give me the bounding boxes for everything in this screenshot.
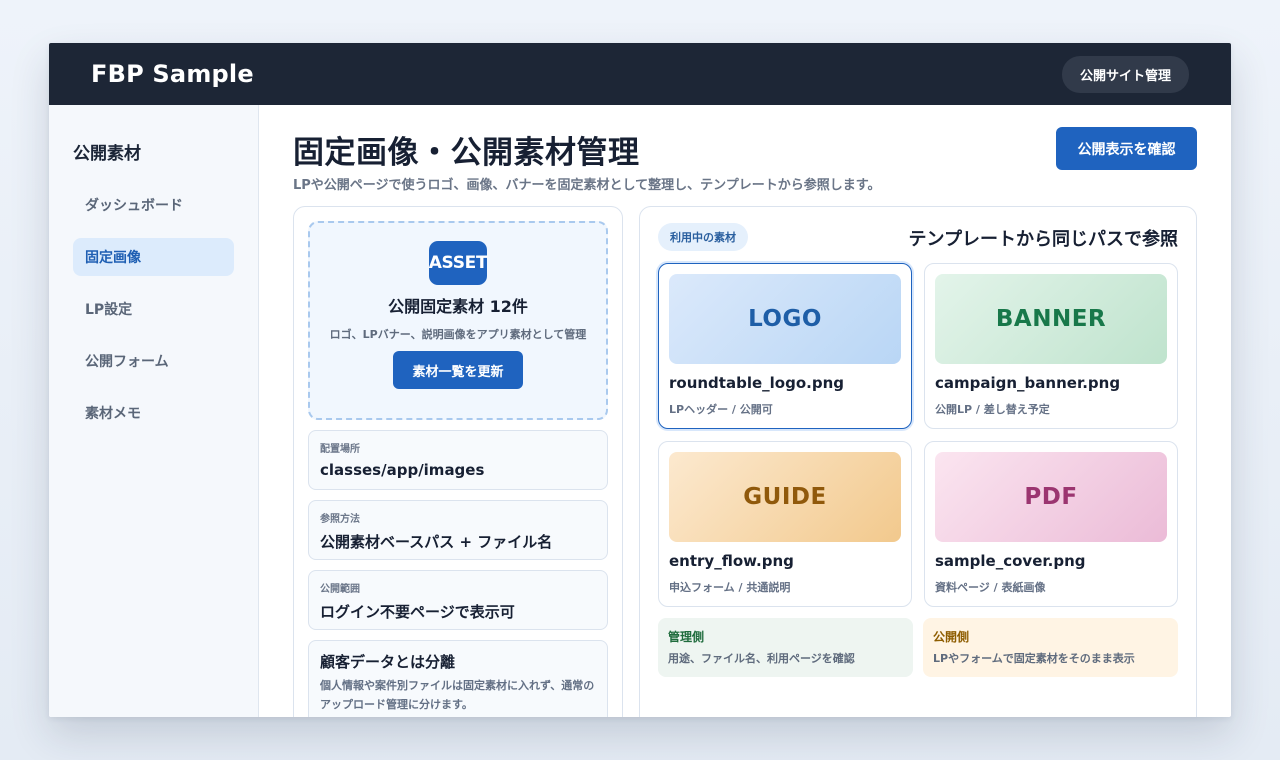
sidebar-item-public-form[interactable]: 公開フォーム [73, 342, 234, 380]
asset-card-logo[interactable]: LOGO roundtable_logo.png LPヘッダー / 公開可 [658, 263, 912, 429]
asset-meta: 申込フォーム / 共通説明 [669, 581, 791, 594]
asset-card-pdf[interactable]: PDF sample_cover.png 資料ページ / 表紙画像 [924, 441, 1178, 607]
public-note-text: LPやフォームで固定素材をそのまま表示 [933, 652, 1135, 665]
info-card-public-scope: 公開範囲 ログイン不要ページで表示可 [308, 570, 608, 630]
page-subtitle: LPや公開ページで使うロゴ、画像、バナーを固定素材として整理し、テンプレートから… [293, 178, 881, 193]
asset-dropzone[interactable]: ASSET 公開固定素材 12件 ロゴ、LPバナー、説明画像をアプリ素材として管… [308, 221, 608, 420]
info-card-reference-method: 参照方法 公開素材ベースパス + ファイル名 [308, 500, 608, 560]
info-card-location: 配置場所 classes/app/images [308, 430, 608, 490]
info-value: 公開素材ベースパス + ファイル名 [320, 533, 553, 551]
asset-thumbnail: PDF [935, 452, 1167, 542]
sidebar-item-asset-memo[interactable]: 素材メモ [73, 394, 234, 432]
sidebar-item-label: ダッシュボード [85, 198, 183, 214]
confirm-public-display-button[interactable]: 公開表示を確認 [1056, 127, 1197, 170]
sidebar-item-lp-settings[interactable]: LP設定 [73, 290, 234, 328]
asset-name: roundtable_logo.png [669, 374, 844, 392]
page-title: 固定画像・公開素材管理 [293, 135, 640, 171]
asset-meta: 公開LP / 差し替え予定 [935, 403, 1050, 416]
info-label: 公開範囲 [320, 584, 360, 595]
app-window: FBP Sample 公開サイト管理 公開素材 ダッシュボード 固定画像 LP設… [49, 43, 1231, 717]
asset-count: 公開固定素材 12件 [388, 297, 528, 316]
admin-side-note: 管理側 用途、ファイル名、利用ページを確認 [658, 618, 913, 677]
info-label: 参照方法 [320, 514, 360, 525]
assets-panel-heading: テンプレートから同じパスで参照 [908, 229, 1178, 250]
asset-name: entry_flow.png [669, 552, 794, 570]
sidebar-item-label: LP設定 [85, 302, 133, 318]
public-note-title: 公開側 [933, 630, 970, 644]
asset-thumbnail: GUIDE [669, 452, 901, 542]
sidebar-item-fixed-images[interactable]: 固定画像 [73, 238, 234, 276]
asset-management-panel: ASSET 公開固定素材 12件 ロゴ、LPバナー、説明画像をアプリ素材として管… [293, 206, 623, 717]
sidebar-title: 公開素材 [73, 144, 141, 164]
asset-icon: ASSET [429, 241, 488, 285]
info-value: classes/app/images [320, 461, 485, 479]
note-title: 顧客データとは分離 [320, 653, 456, 671]
asset-list-panel: 利用中の素材 テンプレートから同じパスで参照 LOGO roundtable_l… [639, 206, 1197, 717]
public-site-admin-button[interactable]: 公開サイト管理 [1061, 55, 1189, 93]
sidebar-item-dashboard[interactable]: ダッシュボード [73, 186, 234, 224]
sidebar-item-label: 固定画像 [85, 250, 141, 266]
asset-thumbnail: LOGO [669, 274, 901, 364]
asset-description: ロゴ、LPバナー、説明画像をアプリ素材として管理 [329, 328, 587, 341]
asset-thumbnail: BANNER [935, 274, 1167, 364]
brand-title: FBP Sample [91, 60, 254, 88]
main-content: 固定画像・公開素材管理 LPや公開ページで使うロゴ、画像、バナーを固定素材として… [259, 105, 1231, 717]
admin-note-title: 管理側 [668, 630, 705, 644]
admin-note-text: 用途、ファイル名、利用ページを確認 [668, 652, 855, 665]
data-separation-note: 顧客データとは分離 個人情報や案件別ファイルは固定素材に入れず、通常のアップロー… [308, 640, 608, 717]
in-use-assets-tag: 利用中の素材 [658, 223, 748, 251]
info-label: 配置場所 [320, 444, 360, 455]
note-body: 個人情報や案件別ファイルは固定素材に入れず、通常のアップロード管理に分けます。 [320, 679, 595, 711]
sidebar-item-label: 公開フォーム [85, 354, 169, 370]
asset-meta: LPヘッダー / 公開可 [669, 403, 773, 416]
asset-name: sample_cover.png [935, 552, 1086, 570]
info-value: ログイン不要ページで表示可 [320, 603, 515, 621]
asset-name: campaign_banner.png [935, 374, 1121, 392]
sidebar: 公開素材 ダッシュボード 固定画像 LP設定 公開フォーム 素材メモ [49, 105, 259, 717]
public-side-note: 公開側 LPやフォームで固定素材をそのまま表示 [923, 618, 1178, 677]
sidebar-item-label: 素材メモ [85, 406, 141, 422]
asset-card-guide[interactable]: GUIDE entry_flow.png 申込フォーム / 共通説明 [658, 441, 912, 607]
asset-card-banner[interactable]: BANNER campaign_banner.png 公開LP / 差し替え予定 [924, 263, 1178, 429]
asset-meta: 資料ページ / 表紙画像 [935, 581, 1046, 594]
top-navigation-bar: FBP Sample 公開サイト管理 [49, 43, 1231, 105]
refresh-assets-button[interactable]: 素材一覧を更新 [393, 351, 523, 389]
